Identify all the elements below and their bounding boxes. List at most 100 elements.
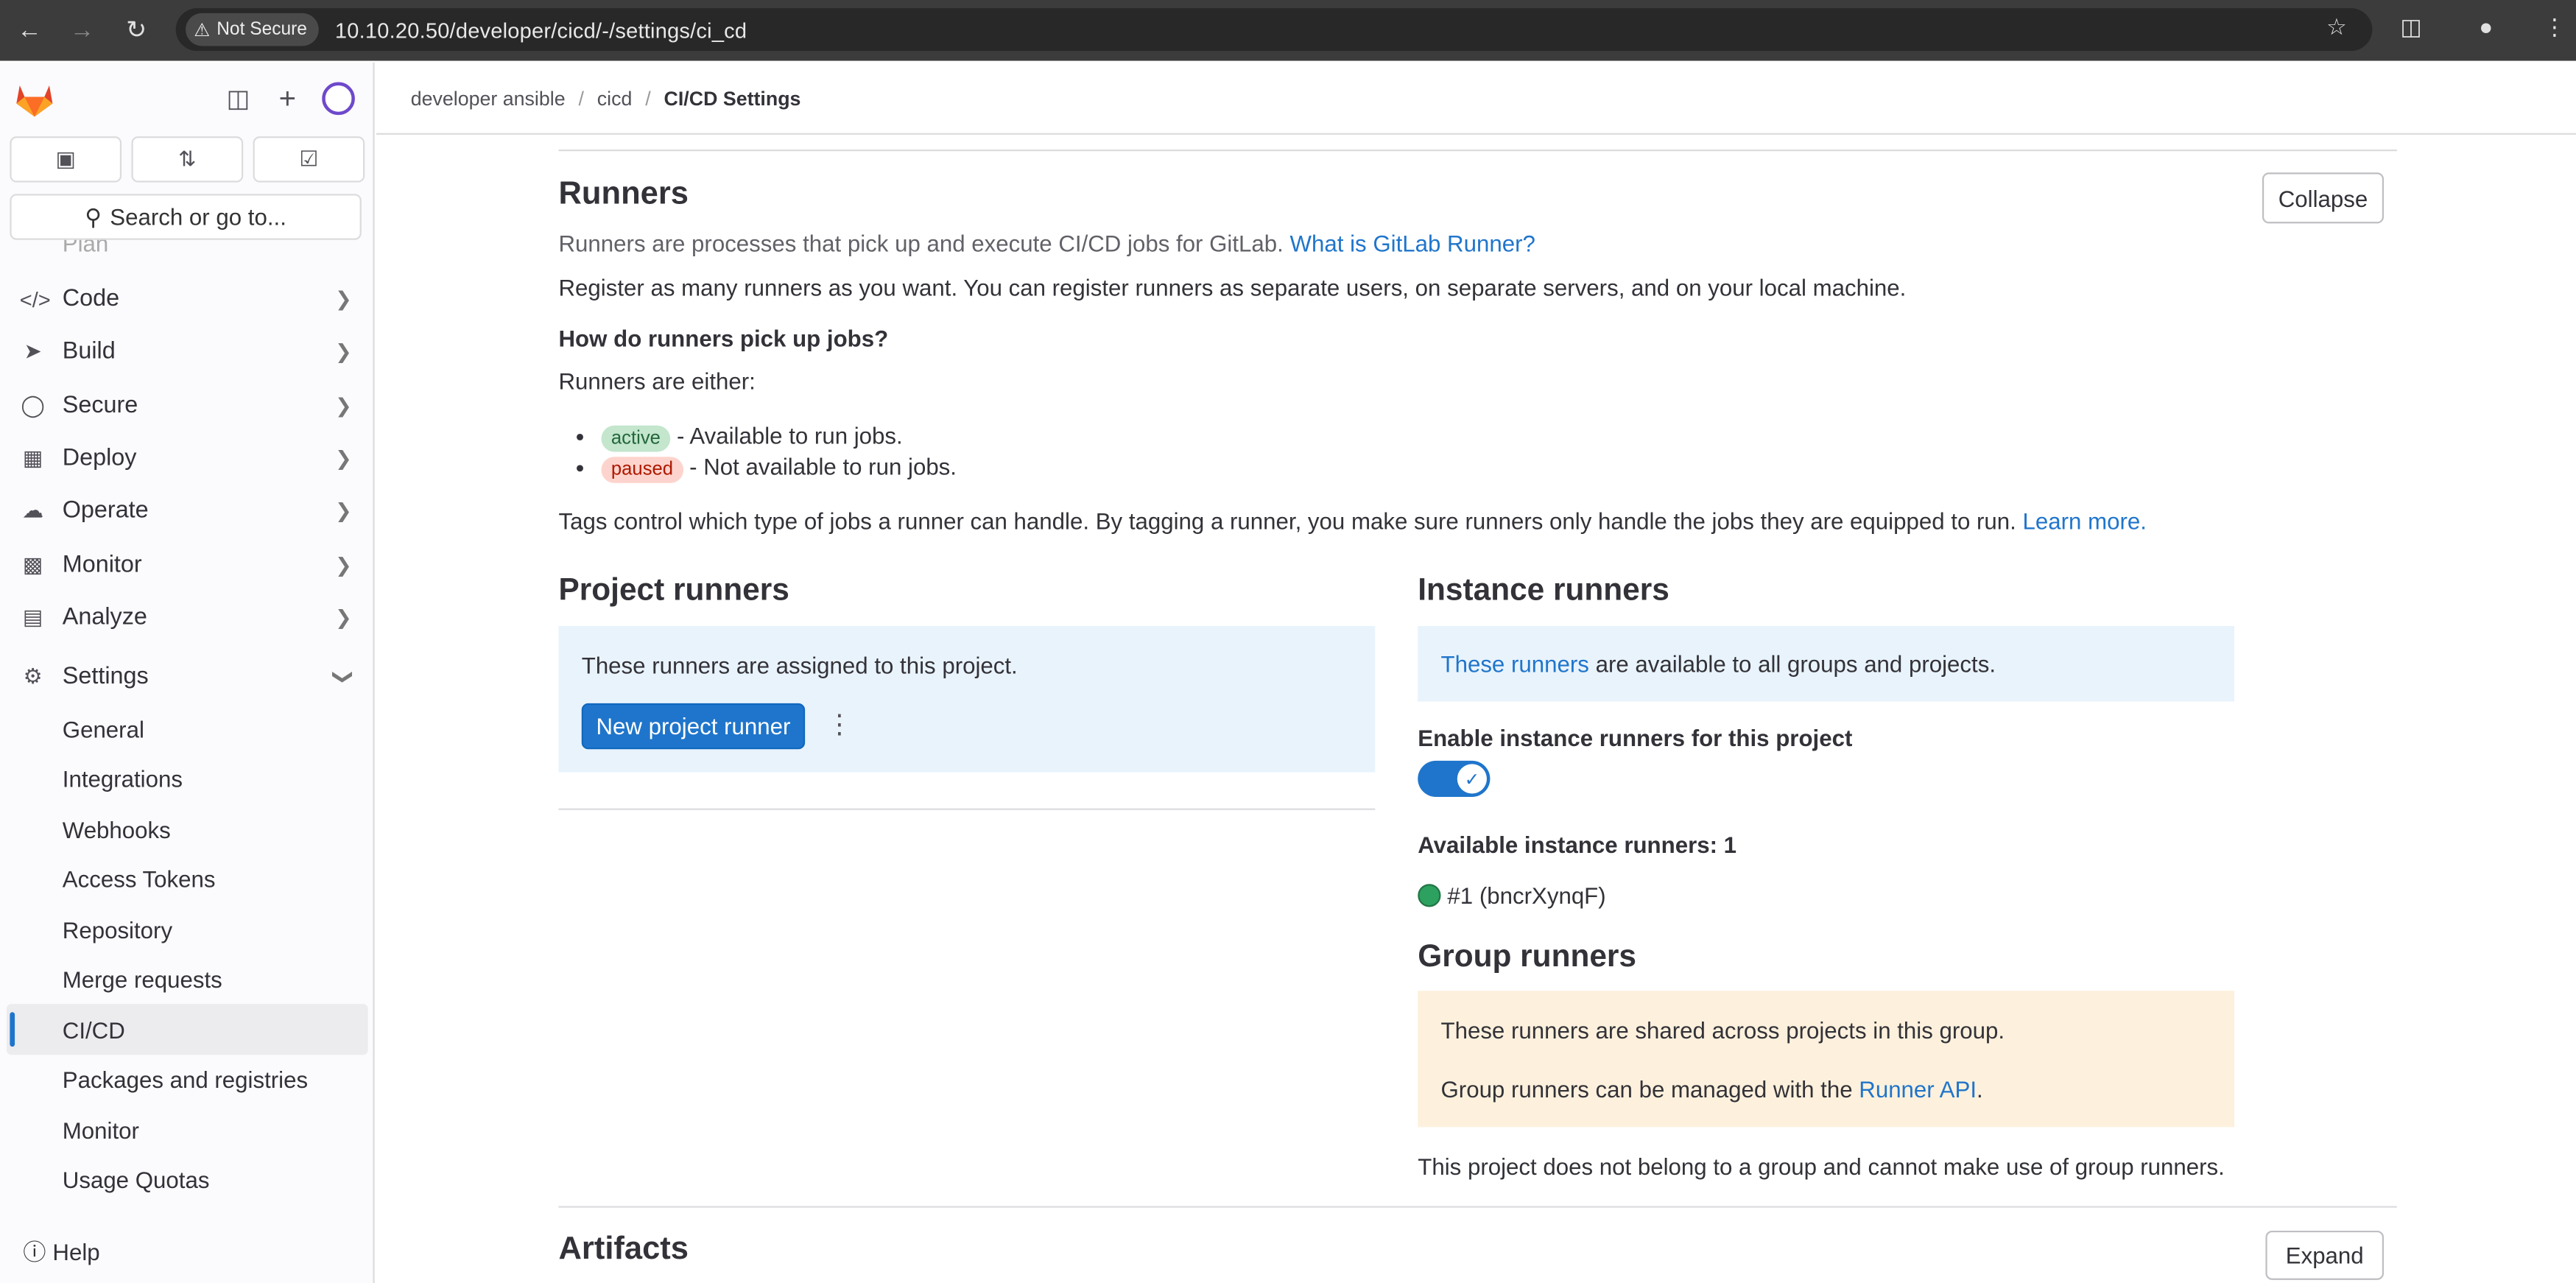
browser-toolbar: ← → ↻ ⚠ Not Secure 10.10.20.50/developer… (0, 0, 2576, 61)
sidebar-item-secure[interactable]: ◯ Secure ❯ (0, 379, 373, 432)
runner-states-list: active - Available to run jobs. paused -… (601, 422, 957, 485)
chevron-down-icon: ❯ (331, 669, 355, 686)
issues-icon: ▣ (55, 146, 76, 172)
chevron-right-icon: ❯ (335, 446, 352, 471)
new-project-runner-button[interactable]: New project runner (581, 703, 806, 750)
avatar[interactable] (322, 82, 355, 116)
reload-icon[interactable]: ↻ (120, 13, 153, 46)
url-text[interactable]: 10.10.20.50/developer/cicd/-/settings/ci… (335, 17, 747, 41)
code-icon: </> (19, 287, 51, 312)
how-heading: How do runners pick up jobs? (558, 325, 889, 352)
sidebar-subitem-cicd[interactable]: CI/CD (6, 1004, 368, 1055)
chevron-right-icon: ❯ (335, 552, 352, 577)
more-actions-icon[interactable]: ⋮ (826, 709, 853, 742)
sidebar-item-analyze[interactable]: ▤ Analyze ❯ (0, 591, 373, 644)
project-runners-title: Project runners (558, 573, 789, 608)
breadcrumb: developer ansible / cicd / CI/CD Setting… (376, 62, 2576, 135)
sidebar-item-plan[interactable]: Plan (0, 240, 373, 273)
active-badge: active (601, 425, 671, 452)
list-item: active - Available to run jobs. (601, 422, 957, 453)
sidebar-subitem-webhooks[interactable]: Webhooks (0, 804, 373, 854)
instance-runners-toggle[interactable]: ✓ (1418, 760, 1491, 797)
enable-instance-runners-label: Enable instance runners for this project (1418, 724, 1853, 751)
sidebar-subitem-general[interactable]: General (0, 704, 373, 754)
bookmark-star-icon[interactable]: ☆ (2326, 13, 2347, 41)
breadcrumb-item[interactable]: cicd (597, 86, 633, 109)
sidebar-item-operate[interactable]: ☁ Operate ❯ (0, 485, 373, 538)
project-runners-panel: These runners are assigned to this proje… (558, 625, 1376, 773)
menu-kebab-icon[interactable]: ⋮ (2543, 13, 2566, 41)
monitor-icon: ▩ (22, 551, 43, 577)
what-is-runner-link[interactable]: What is GitLab Runner? (1290, 230, 1535, 256)
sidebar-item-settings[interactable]: ⚙ Settings ❯ (0, 651, 373, 704)
tags-text: Tags control which type of jobs a runner… (558, 507, 2147, 535)
chevron-right-icon: ❯ (335, 499, 352, 524)
rocket-icon: ➤ (24, 339, 42, 365)
group-runners-panel: These runners are shared across projects… (1418, 991, 2235, 1128)
address-bar[interactable]: ⚠ Not Secure 10.10.20.50/developer/cicd/… (175, 8, 2373, 52)
these-runners-link[interactable]: These runners (1440, 650, 1588, 677)
sidebar-item-deploy[interactable]: ▦ Deploy ❯ (0, 432, 373, 485)
learn-more-link[interactable]: Learn more. (2023, 507, 2147, 534)
expand-button[interactable]: Expand (2265, 1230, 2385, 1280)
gear-icon: ⚙ (23, 664, 43, 689)
sidebar-subitem-usage-quotas[interactable]: Usage Quotas (0, 1155, 373, 1205)
shared-text: These runners are shared across projects… (1440, 1016, 2005, 1044)
artifacts-title: Artifacts (558, 1230, 689, 1268)
search-button[interactable]: ⚲ Search or go to... (10, 194, 362, 240)
assigned-text: These runners are assigned to this proje… (581, 652, 1018, 679)
sidebar-item-build[interactable]: ➤ Build ❯ (0, 326, 373, 379)
sidebar-subitem-merge-requests[interactable]: Merge requests (0, 955, 373, 1005)
issues-button[interactable]: ▣ (10, 136, 122, 183)
list-item: paused - Not available to run jobs. (601, 454, 957, 485)
breadcrumb-current[interactable]: CI/CD Settings (664, 86, 801, 109)
chevron-right-icon: ❯ (335, 606, 352, 630)
chevron-right-icon: ❯ (335, 393, 352, 418)
runners-intro: Runners are processes that pick up and e… (558, 230, 1535, 257)
todo-icon: ☑ (299, 146, 319, 172)
group-runners-title: Group runners (1418, 940, 1637, 974)
main-content: Runners Collapse Runners are processes t… (376, 136, 2576, 1283)
either-text: Runners are either: (558, 368, 756, 395)
section-divider (558, 150, 2397, 152)
sidebar-subitem-monitor[interactable]: Monitor (0, 1105, 373, 1155)
cloud-icon: ☁ (22, 498, 44, 524)
collapse-button[interactable]: Collapse (2262, 172, 2385, 224)
plus-icon[interactable]: + (272, 81, 302, 114)
runners-title: Runners (558, 175, 689, 212)
shield-icon: ◯ (21, 392, 45, 418)
breadcrumb-item[interactable]: developer ansible (411, 86, 566, 109)
sidebar-subitem-packages[interactable]: Packages and registries (0, 1055, 373, 1105)
runner-api-link[interactable]: Runner API (1859, 1076, 1977, 1103)
help-button[interactable]: ⓘ Help (23, 1236, 99, 1269)
gitlab-logo-icon[interactable] (15, 82, 54, 119)
merge-requests-button[interactable]: ⇅ (131, 136, 244, 183)
section-divider (558, 1206, 2397, 1208)
sidebar: ◫ + ▣ ⇅ ☑ ⚲ Search or go to... Plan </> … (0, 62, 375, 1283)
section-divider (558, 808, 1376, 810)
search-label: Search or go to... (110, 203, 286, 231)
instance-runners-title: Instance runners (1418, 573, 1669, 608)
sidebar-subitem-repository[interactable]: Repository (0, 904, 373, 955)
sidebar-subitem-integrations[interactable]: Integrations (0, 754, 373, 804)
chevron-right-icon: ❯ (335, 340, 352, 365)
sidebar-item-code[interactable]: </> Code ❯ (0, 273, 373, 326)
group-runners-note: This project does not belong to a group … (1418, 1153, 2225, 1180)
todos-button[interactable]: ☑ (253, 136, 365, 183)
extensions-icon[interactable]: ◫ (2400, 13, 2422, 41)
security-chip[interactable]: ⚠ Not Secure (186, 13, 319, 46)
profile-icon[interactable]: ● (2479, 13, 2493, 40)
chevron-right-icon: ❯ (335, 287, 352, 311)
register-text: Register as many runners as you want. Yo… (558, 274, 1907, 301)
check-icon: ✓ (1457, 764, 1487, 794)
sidebar-subitem-access-tokens[interactable]: Access Tokens (0, 854, 373, 904)
sidebar-item-monitor[interactable]: ▩ Monitor ❯ (0, 538, 373, 591)
back-icon[interactable]: ← (13, 13, 46, 46)
forward-icon[interactable]: → (66, 13, 99, 46)
sidebar-toggle-icon[interactable]: ◫ (223, 84, 253, 113)
available-runners-label: Available instance runners: 1 (1418, 831, 1737, 858)
runner-item[interactable]: #1 (bncrXynqF) (1418, 882, 1606, 909)
search-icon: ⚲ (85, 203, 102, 230)
instance-runners-panel: These runners are available to all group… (1418, 625, 2235, 702)
merge-request-icon: ⇅ (178, 146, 197, 172)
